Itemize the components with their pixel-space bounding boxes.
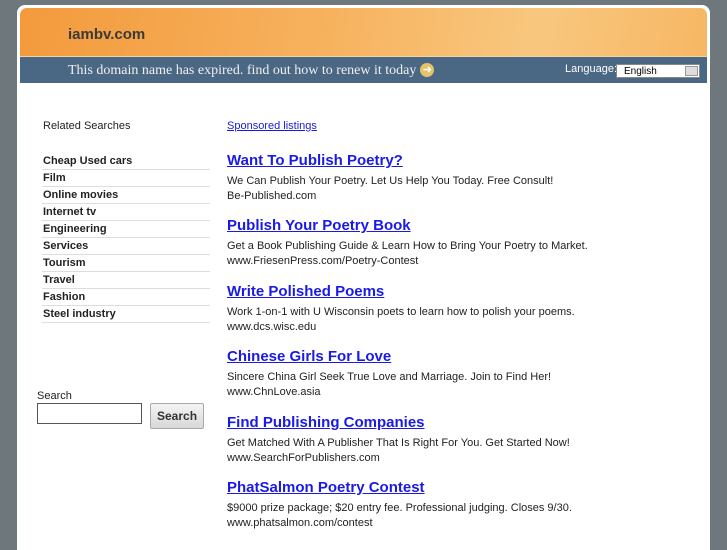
related-item[interactable]: Online movies <box>42 187 210 204</box>
related-item[interactable]: Travel <box>42 272 210 289</box>
related-list: Cheap Used cars Film Online movies Inter… <box>42 153 210 323</box>
language-value[interactable]: English <box>624 66 657 77</box>
chevron-down-icon[interactable] <box>685 66 698 76</box>
ad-description: Get Matched With A Publisher That Is Rig… <box>227 437 570 449</box>
ad-url[interactable]: Be-Published.com <box>227 189 553 204</box>
ad-url[interactable]: www.ChnLove.asia <box>227 385 551 400</box>
ad-title[interactable]: Want To Publish Poetry? <box>227 152 553 174</box>
ad-url[interactable]: www.SearchForPublishers.com <box>227 451 570 466</box>
sponsored-listings-link[interactable]: Sponsored listings <box>227 120 317 132</box>
renew-text[interactable]: This domain name has expired. find out h… <box>68 63 416 78</box>
site-name: iambv.com <box>68 26 146 43</box>
search-label: Search <box>37 390 72 402</box>
ad-title[interactable]: PhatSalmon Poetry Contest <box>227 479 572 501</box>
ad-listing: Chinese Girls For Love Sincere China Girl… <box>227 348 551 400</box>
ad-description: Get a Book Publishing Guide & Learn How … <box>227 240 588 252</box>
ad-title[interactable]: Find Publishing Companies <box>227 414 570 436</box>
ad-listing: Publish Your Poetry Book Get a Book Publi… <box>227 217 588 269</box>
search-input[interactable] <box>37 403 142 424</box>
related-item[interactable]: Engineering <box>42 221 210 238</box>
language-select[interactable]: English <box>616 64 700 78</box>
ad-description: $9000 prize package; $20 entry fee. Prof… <box>227 502 572 514</box>
ad-listing: Want To Publish Poetry? We Can Publish Yo… <box>227 152 553 204</box>
ad-listing: Find Publishing Companies Get Matched Wit… <box>227 414 570 466</box>
related-item[interactable]: Film <box>42 170 210 187</box>
ad-description: We Can Publish Your Poetry. Let Us Help … <box>227 175 554 187</box>
related-item[interactable]: Internet tv <box>42 204 210 221</box>
arrow-right-icon[interactable]: ➜ <box>420 63 435 77</box>
related-item[interactable]: Tourism <box>42 255 210 272</box>
related-item[interactable]: Steel industry <box>42 306 210 323</box>
ad-title[interactable]: Chinese Girls For Love <box>227 348 551 370</box>
related-searches-title: Related Searches <box>43 120 131 132</box>
ad-url[interactable]: www.dcs.wisc.edu <box>227 320 575 335</box>
language-label: Language: <box>565 63 617 75</box>
related-item[interactable]: Cheap Used cars <box>42 153 210 170</box>
ad-listing: Write Polished Poems Work 1-on-1 with U W… <box>227 283 575 335</box>
header: iambv.com <box>20 8 707 56</box>
ad-url[interactable]: www.FriesenPress.com/Poetry-Contest <box>227 254 588 269</box>
search-button[interactable]: Search <box>150 403 204 429</box>
ad-url[interactable]: www.phatsalmon.com/contest <box>227 516 572 531</box>
ad-description: Work 1-on-1 with U Wisconsin poets to le… <box>227 306 575 318</box>
ad-title[interactable]: Publish Your Poetry Book <box>227 217 588 239</box>
related-item[interactable]: Fashion <box>42 289 210 306</box>
info-bar: This domain name has expired. find out h… <box>20 56 707 83</box>
ad-listing: PhatSalmon Poetry Contest $9000 prize pac… <box>227 479 572 531</box>
page-panel: iambv.com This domain name has expired. … <box>17 5 710 550</box>
renew-link[interactable]: This domain name has expired. find out h… <box>68 63 435 79</box>
ad-title[interactable]: Write Polished Poems <box>227 283 575 305</box>
ad-description: Sincere China Girl Seek True Love and Ma… <box>227 371 552 383</box>
related-item[interactable]: Services <box>42 238 210 255</box>
